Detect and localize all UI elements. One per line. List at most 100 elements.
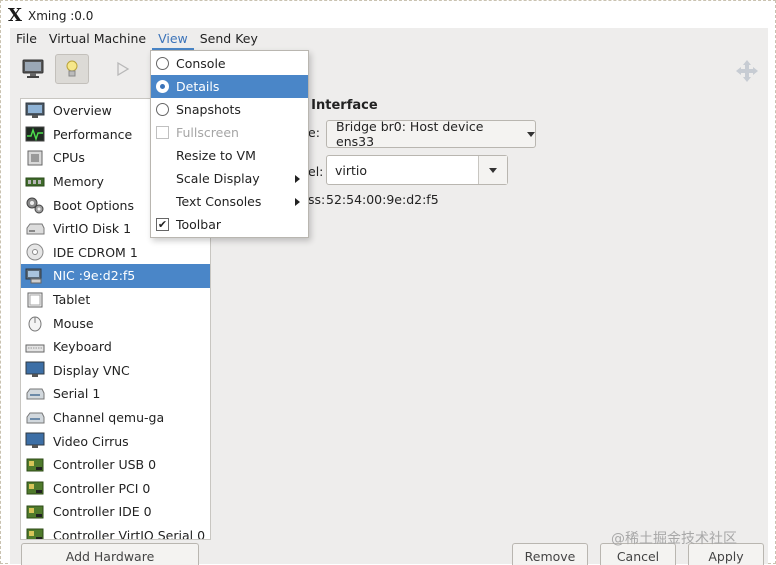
video-icon	[25, 432, 45, 450]
menu-item-label: Fullscreen	[176, 125, 239, 140]
monitor-icon	[25, 102, 45, 120]
checkbox-checked-icon: ✔	[156, 218, 169, 231]
sidebar-item-label: Keyboard	[53, 339, 112, 355]
disk-icon	[25, 220, 45, 238]
sidebar-item-label: Controller IDE 0	[53, 504, 152, 520]
menu-view[interactable]: View	[152, 28, 194, 50]
submenu-arrow-icon	[295, 174, 300, 183]
sidebar-item-label: Channel qemu-ga	[53, 410, 165, 426]
menu-item-text-consoles[interactable]: Text Consoles	[151, 190, 308, 213]
menu-item-resize-to-vm[interactable]: Resize to VM	[151, 144, 308, 167]
toolbar	[10, 50, 768, 90]
controller-icon	[25, 503, 45, 521]
sidebar-item-ide-cdrom[interactable]: IDE CDROM 1	[21, 241, 210, 265]
gears-icon	[25, 196, 45, 214]
sidebar-item-label: NIC :9e:d2:f5	[53, 268, 136, 284]
sidebar-item-channel-qemu-ga[interactable]: Channel qemu-ga	[21, 406, 210, 430]
title-bar: X Xming :0.0	[8, 5, 768, 27]
mac-address-label: ss:	[308, 192, 326, 207]
sidebar-item-label: Performance	[53, 126, 133, 142]
sidebar-item-keyboard[interactable]: Keyboard	[21, 335, 210, 359]
move-icon[interactable]	[734, 58, 760, 84]
nic-icon	[25, 267, 45, 285]
serial-icon	[25, 385, 45, 403]
menu-item-snapshots[interactable]: Snapshots	[151, 98, 308, 121]
keyboard-icon	[25, 338, 45, 356]
menu-item-label: Text Consoles	[176, 194, 262, 209]
network-source-value: Bridge br0: Host device ens33	[336, 119, 484, 149]
menu-file[interactable]: File	[10, 28, 43, 50]
chevron-down-icon	[489, 167, 497, 173]
sidebar-item-controller-pci[interactable]: Controller PCI 0	[21, 477, 210, 501]
mac-address-value: 52:54:00:9e:d2:f5	[326, 192, 439, 207]
sidebar-item-label: Display VNC	[53, 362, 130, 378]
controller-icon	[25, 479, 45, 497]
sidebar-item-label: Boot Options	[53, 197, 134, 213]
menu-item-details[interactable]: Details	[151, 75, 308, 98]
radio-icon	[156, 103, 169, 116]
console-view-button[interactable]	[16, 54, 50, 84]
menu-item-label: Snapshots	[176, 102, 241, 117]
memory-icon	[25, 173, 45, 191]
sidebar-item-serial[interactable]: Serial 1	[21, 382, 210, 406]
details-content: Overview Performance CPUs Memory Boot Op…	[10, 90, 768, 564]
lightbulb-icon	[66, 60, 78, 77]
sidebar-item-tablet[interactable]: Tablet	[21, 288, 210, 312]
xming-logo-icon: X	[8, 5, 22, 26]
sidebar-item-label: Serial 1	[53, 386, 101, 402]
network-source-label: e:	[308, 125, 320, 140]
sidebar-item-nic[interactable]: NIC :9e:d2:f5	[21, 264, 210, 288]
menu-item-scale-display[interactable]: Scale Display	[151, 167, 308, 190]
performance-icon	[25, 125, 45, 143]
sidebar-item-display-vnc[interactable]: Display VNC	[21, 359, 210, 383]
sidebar-item-label: Memory	[53, 174, 104, 190]
menu-item-label: Console	[176, 56, 226, 71]
channel-icon	[25, 409, 45, 427]
add-hardware-button[interactable]: Add Hardware	[21, 543, 199, 565]
sidebar-item-label: Mouse	[53, 315, 94, 331]
menu-item-console[interactable]: Console	[151, 52, 308, 75]
sidebar-item-label: Controller PCI 0	[53, 480, 151, 496]
network-source-dropdown[interactable]: Bridge br0: Host device ens33	[326, 119, 536, 149]
sidebar-item-label: Tablet	[53, 292, 91, 308]
chevron-down-icon	[527, 131, 535, 137]
controller-icon	[25, 526, 45, 539]
menu-item-toolbar[interactable]: ✔ Toolbar	[151, 213, 308, 236]
sidebar-item-label: Video Cirrus	[53, 433, 129, 449]
radio-selected-icon	[156, 80, 169, 93]
controller-icon	[25, 456, 45, 474]
details-view-button[interactable]	[55, 54, 89, 84]
play-icon	[117, 61, 130, 77]
device-model-value: virtio	[335, 162, 368, 178]
cpu-icon	[25, 149, 45, 167]
radio-icon	[156, 57, 169, 70]
run-button[interactable]	[106, 54, 140, 84]
sidebar-item-controller-virtio-serial[interactable]: Controller VirtIO Serial 0	[21, 524, 210, 540]
menu-item-fullscreen: Fullscreen	[151, 121, 308, 144]
device-model-label: el:	[308, 164, 324, 179]
monitor-icon	[22, 59, 44, 78]
device-model-combo[interactable]: virtio	[326, 155, 508, 185]
sidebar-item-label: VirtIO Disk 1	[53, 221, 132, 237]
menu-item-label: Scale Display	[176, 171, 260, 186]
remove-button[interactable]: Remove	[512, 543, 588, 565]
sidebar-item-video-cirrus[interactable]: Video Cirrus	[21, 429, 210, 453]
menu-send-key[interactable]: Send Key	[194, 28, 264, 50]
window-title: Xming :0.0	[27, 9, 94, 23]
sidebar-item-label: IDE CDROM 1	[53, 244, 138, 260]
menu-item-label: Toolbar	[176, 217, 222, 232]
sidebar-item-label: Controller USB 0	[53, 457, 157, 473]
sidebar-item-controller-ide[interactable]: Controller IDE 0	[21, 500, 210, 524]
menu-item-label: Resize to VM	[176, 148, 256, 163]
sidebar-item-label: Controller VirtIO Serial 0	[53, 527, 206, 540]
menu-virtual-machine[interactable]: Virtual Machine	[43, 28, 152, 50]
sidebar-item-label: Overview	[53, 103, 112, 119]
checkbox-icon	[156, 126, 169, 139]
sidebar-item-mouse[interactable]: Mouse	[21, 311, 210, 335]
sidebar-item-controller-usb[interactable]: Controller USB 0	[21, 453, 210, 477]
submenu-arrow-icon	[295, 197, 300, 206]
sidebar-item-label: CPUs	[53, 150, 85, 166]
device-model-dropdown-button[interactable]	[478, 156, 507, 184]
view-menu-popup: Console Details Snapshots Fullscreen Res…	[150, 50, 309, 238]
section-title: k Interface	[298, 98, 378, 113]
